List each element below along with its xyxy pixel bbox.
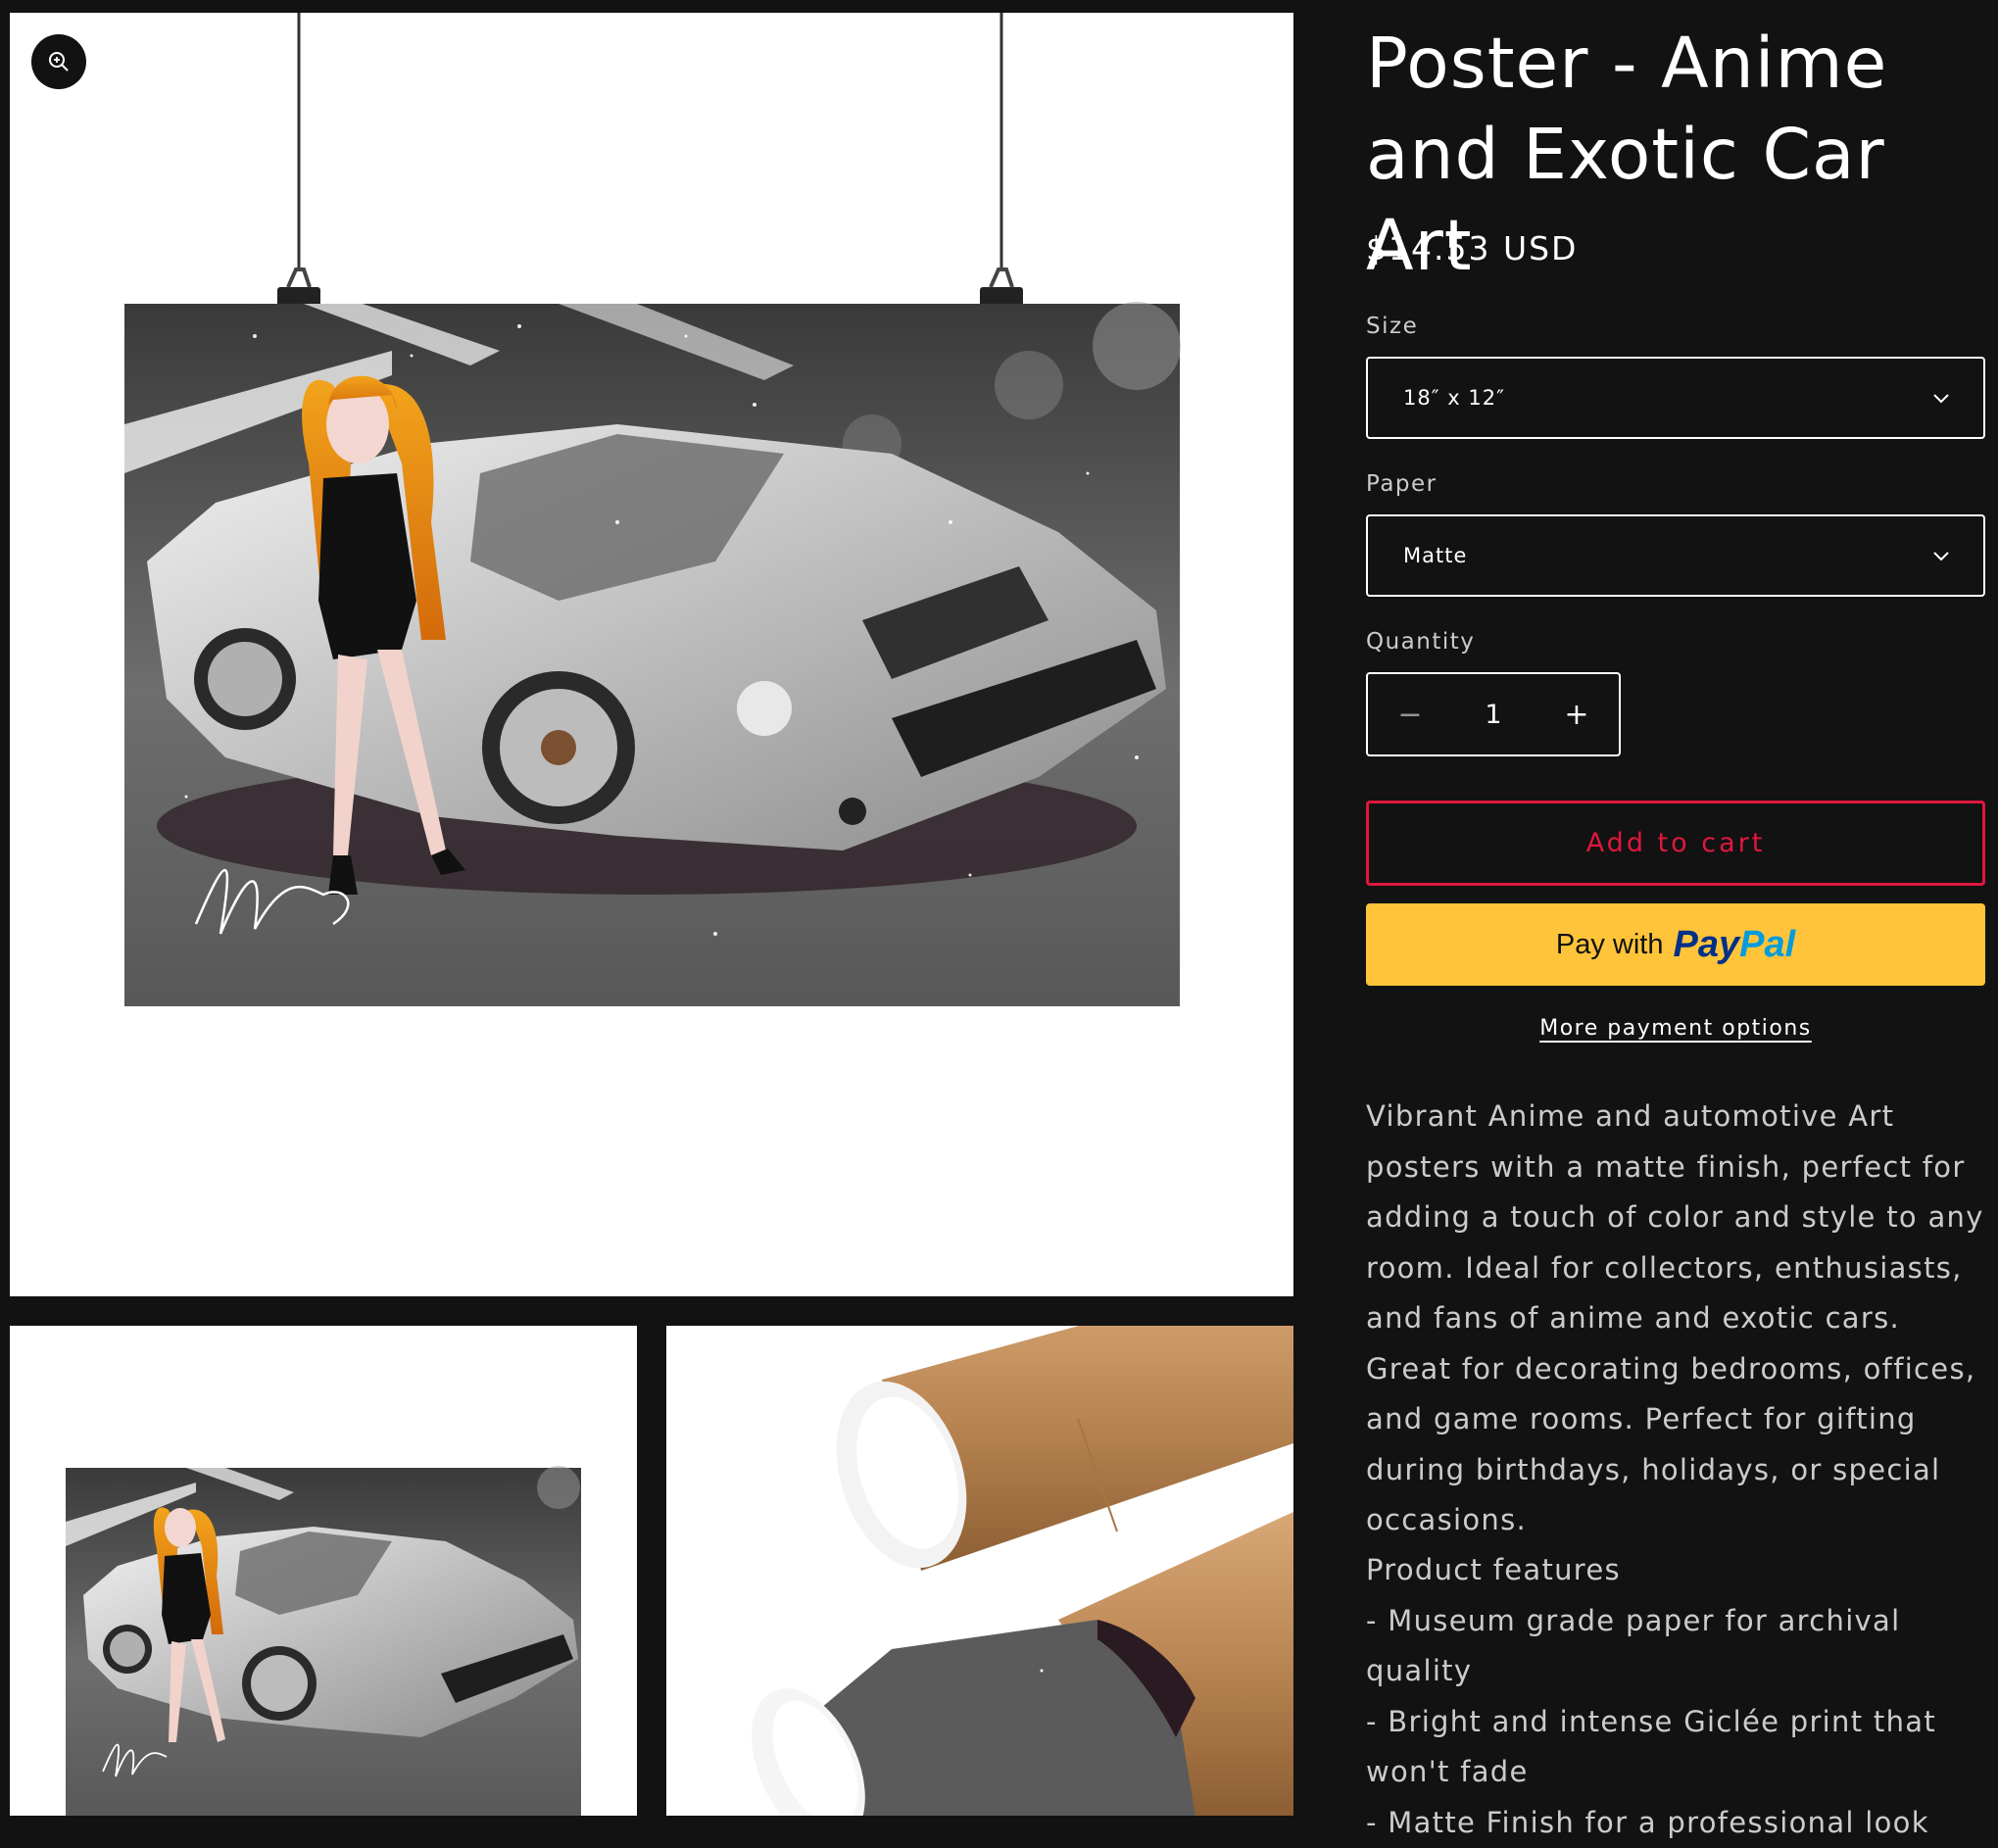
more-payment-options: More payment options <box>1366 1016 1985 1041</box>
paypal-button[interactable]: Pay with PayPal <box>1366 903 1985 986</box>
quantity-decrease-button[interactable]: − <box>1368 674 1452 754</box>
quantity-label: Quantity <box>1366 629 1475 655</box>
feature-item: - Museum grade paper for archival qualit… <box>1366 1596 1993 1697</box>
thumbnail-poster-tubes[interactable] <box>666 1326 1293 1816</box>
thumbnail-poster-artwork <box>10 1326 637 1816</box>
features-heading: Product features <box>1366 1545 1993 1596</box>
chevron-down-icon <box>1932 392 1950 404</box>
product-features: Product features - Museum grade paper fo… <box>1366 1545 1993 1848</box>
feature-item: - Bright and intense Giclée print that w… <box>1366 1697 1993 1798</box>
size-value: 18″ x 12″ <box>1403 386 1932 410</box>
paper-value: Matte <box>1403 544 1932 567</box>
product-description: Vibrant Anime and automotive Art posters… <box>1366 1092 1993 1546</box>
poster-artwork <box>10 13 1293 1296</box>
paper-label: Paper <box>1366 471 1438 497</box>
add-to-cart-button[interactable]: Add to cart <box>1366 801 1985 886</box>
feature-item: - Matte Finish for a professional look <box>1366 1798 1993 1848</box>
poster-tube-artwork <box>666 1326 1293 1816</box>
thumbnail-poster[interactable] <box>10 1326 637 1816</box>
more-payment-options-link[interactable]: More payment options <box>1539 1016 1812 1041</box>
main-product-image[interactable] <box>10 13 1293 1296</box>
paypal-prefix: Pay with <box>1556 929 1664 961</box>
quantity-increase-button[interactable]: + <box>1535 674 1619 754</box>
chevron-down-icon <box>1932 550 1950 561</box>
quantity-stepper: − + <box>1366 672 1621 756</box>
paper-select[interactable]: Matte <box>1366 514 1985 597</box>
quantity-input[interactable] <box>1452 699 1535 731</box>
product-price: $14.53 USD <box>1366 229 1578 267</box>
size-label: Size <box>1366 314 1418 339</box>
paypal-logo: PayPal <box>1673 924 1795 966</box>
size-select[interactable]: 18″ x 12″ <box>1366 357 1985 439</box>
